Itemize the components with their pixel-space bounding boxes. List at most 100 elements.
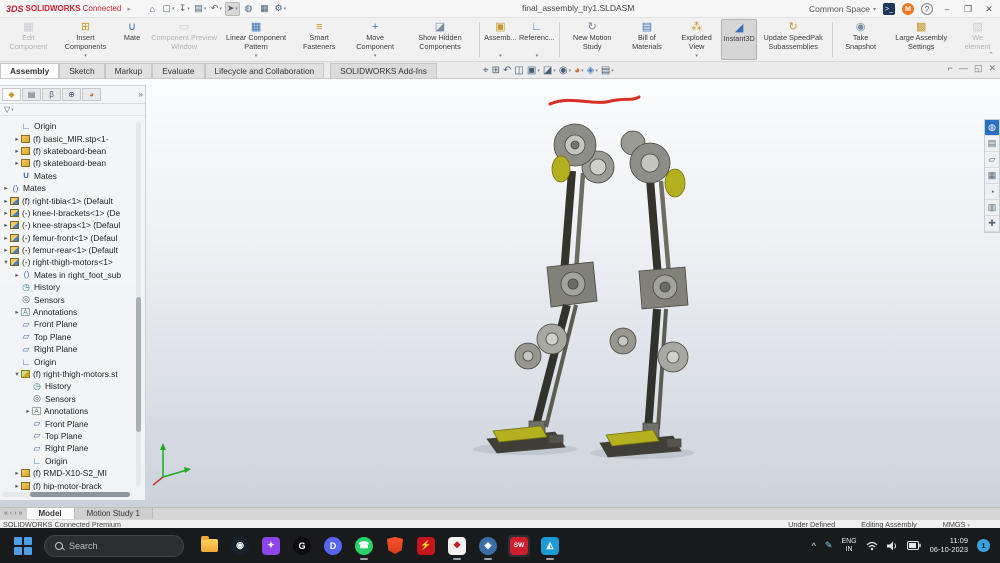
red-white-app-icon[interactable]: ❖ [446, 535, 468, 557]
dimxpert-tab[interactable]: ⊕ [62, 88, 81, 101]
new-document-icon[interactable]: ▢▾ [161, 2, 176, 16]
design-library-tab-icon[interactable]: ▤ [985, 136, 999, 152]
sheet-nav-2[interactable]: › [14, 510, 16, 517]
expander-closed-icon[interactable]: ▸ [13, 308, 21, 316]
appearances-scenes-tab-icon[interactable]: ◔ [985, 184, 999, 200]
window-close-button[interactable]: ✕ [982, 4, 996, 15]
user-avatar[interactable]: M [902, 3, 914, 15]
configurationmanager-tab[interactable]: β [42, 88, 61, 101]
tree-item-femur-rear-1-default[interactable]: ▸(-) femur-rear<1> (Default [0, 244, 134, 256]
solidworks-icon[interactable]: SW [508, 535, 530, 557]
undo-icon[interactable]: ↶▾ [209, 2, 224, 16]
print-icon[interactable]: ▤▾ [193, 2, 208, 16]
graphics-viewport[interactable]: ◆▤β⊕◕» ▽ ▾ ∟Origin▸(f) basic_MIR.stp<1-▸… [0, 79, 1000, 507]
tree-item-f-hip-motor-brack[interactable]: ▸(f) hip-motor-brack [0, 479, 134, 490]
doc-minimize-icon[interactable]: — [959, 63, 968, 74]
collapse-ribbon-icon[interactable]: ⌃ [988, 51, 994, 59]
taskbar-search-box[interactable]: Search [44, 535, 184, 557]
expander-closed-icon[interactable]: ▸ [13, 482, 21, 490]
section-view-icon[interactable]: ◫ [514, 65, 523, 76]
ribbon-show-hidden-components[interactable]: ◪Show Hidden Components [404, 19, 476, 60]
doc-tab-motion-study-1[interactable]: Motion Study 1 [75, 508, 153, 519]
tab-assembly[interactable]: Assembly [0, 63, 59, 78]
tree-item-right-plane[interactable]: ▱Right Plane [0, 442, 134, 454]
expander-closed-icon[interactable]: ▸ [2, 221, 10, 229]
file-explorer-icon[interactable] [198, 535, 220, 557]
tree-item-top-plane[interactable]: ▱Top Plane [0, 331, 134, 343]
ribbon-mate[interactable]: ∪Mate [116, 19, 148, 60]
ribbon-linear-component-pattern[interactable]: ▦Linear Component Pattern▾ [220, 19, 292, 60]
tree-item-f-right-thigh-motors-st[interactable]: ▾(f) right-thigh-motors.st [0, 368, 134, 380]
steam-icon[interactable]: ◉ [229, 535, 251, 557]
tree-item-origin[interactable]: ∟Origin [0, 355, 134, 367]
tree-item-knee-straps-1-defaul[interactable]: ▸(-) knee-straps<1> (Defaul [0, 219, 134, 231]
edit-appearance-icon[interactable]: ◕▾ [574, 65, 584, 76]
tree-vertical-scrollbar[interactable] [136, 122, 141, 486]
tray-chevron-up-icon[interactable]: ^ [812, 541, 816, 551]
resources-tab-icon[interactable]: ✚ [985, 216, 999, 232]
taskbar-clock[interactable]: 11:0906-10-2023 [930, 537, 968, 554]
ribbon-insert-components[interactable]: ⊞Insert Components▾ [55, 19, 116, 60]
rebuild-traffic-light-icon[interactable]: ◍ [241, 2, 256, 16]
tab-markup[interactable]: Markup [105, 63, 153, 78]
expander-closed-icon[interactable]: ▸ [13, 271, 21, 279]
tree-item-front-plane[interactable]: ▱Front Plane [0, 318, 134, 330]
logitech-ghub-icon[interactable]: G [291, 535, 313, 557]
expander-closed-icon[interactable]: ▸ [13, 159, 21, 167]
view-palette-tab-icon[interactable]: ▦ [985, 168, 999, 184]
sheet-nav-3[interactable]: » [19, 510, 23, 517]
wifi-icon[interactable] [866, 541, 878, 551]
view-settings-icon[interactable]: ▤▾ [601, 65, 614, 76]
sheet-nav-0[interactable]: « [4, 510, 8, 517]
tree-item-annotations[interactable]: ▸AAnnotations [0, 405, 134, 417]
tree-item-right-thigh-motors-1[interactable]: ▾(-) right-thigh-motors<1> [0, 256, 134, 268]
expander-closed-icon[interactable]: ▸ [2, 184, 10, 192]
expander-closed-icon[interactable]: ▸ [2, 234, 10, 242]
pin-featuremanager-icon[interactable]: ⌐ [948, 63, 953, 74]
filter-caret-icon[interactable]: ▾ [11, 107, 14, 113]
tree-item-annotations[interactable]: ▸AAnnotations [0, 306, 134, 318]
notification-badge[interactable]: 1 [977, 539, 990, 552]
pen-icon[interactable]: ✎ [825, 540, 833, 551]
view-orientation-icon[interactable]: ▣▾ [527, 65, 540, 76]
tree-item-femur-front-1-defaul[interactable]: ▸(-) femur-front<1> (Defaul [0, 232, 134, 244]
file-explorer-tab-icon[interactable]: ▱ [985, 152, 999, 168]
workspace-selector[interactable]: Common Space ▾ [809, 4, 876, 14]
tree-item-sensors[interactable]: ◎Sensors [0, 293, 134, 305]
assembly-model-3d-view[interactable] [145, 79, 985, 507]
start-button[interactable] [12, 535, 34, 557]
home-icon[interactable]: ⌂ [145, 2, 160, 16]
ribbon-smart-fasteners[interactable]: ≡Smart Fasteners [292, 19, 346, 60]
brave-icon[interactable] [384, 535, 406, 557]
battery-icon[interactable] [907, 541, 921, 550]
tree-item-knee-l-brackets-1-de[interactable]: ▸(-) knee-l-brackets<1> (De [0, 207, 134, 219]
tab-sketch[interactable]: Sketch [59, 63, 104, 78]
whatsapp-icon[interactable]: ☎ [353, 535, 375, 557]
doc-close-icon[interactable]: ✕ [988, 63, 996, 74]
ribbon-bill-of-materials[interactable]: ▤Bill of Materials [622, 19, 672, 60]
ribbon-instant3d[interactable]: ◢Instant3D [721, 19, 757, 60]
bill-of-materials-table-icon[interactable]: ▦ [257, 2, 272, 16]
window-minimize-button[interactable]: – [940, 4, 954, 14]
language-indicator[interactable]: ENGIN [841, 538, 856, 553]
qat-lead-chevron-icon[interactable]: ▸ [127, 5, 131, 13]
ribbon-new-motion-study[interactable]: ↻New Motion Study [563, 19, 622, 60]
select-pointer-icon[interactable]: ➤▾ [225, 2, 240, 16]
expander-open-icon[interactable]: ▾ [2, 258, 10, 266]
hide-show-items-icon[interactable]: ◉▾ [559, 65, 571, 76]
expander-closed-icon[interactable]: ▸ [13, 469, 21, 477]
tree-item-right-plane[interactable]: ▱Right Plane [0, 343, 134, 355]
ribbon-referenc[interactable]: ∟Referenc...▾ [518, 19, 556, 60]
featuremanager-tab[interactable]: ◆ [2, 88, 21, 101]
tree-item-f-rmd-x10-s2-mi[interactable]: ▸(f) RMD-X10-S2_MI [0, 467, 134, 479]
tree-item-mates-in-right-foot-sub[interactable]: ▸( )Mates in right_foot_sub [0, 269, 134, 281]
3dexperience-tab-icon[interactable]: ◍ [985, 120, 999, 136]
ribbon-large-assembly-settings[interactable]: ▩Large Assembly Settings [885, 19, 957, 60]
ribbon-assemb[interactable]: ▣Assemb...▾ [483, 19, 518, 60]
propertymanager-tab[interactable]: ▤ [22, 88, 41, 101]
tab-evaluate[interactable]: Evaluate [152, 63, 204, 78]
custom-properties-tab-icon[interactable]: ▥ [985, 200, 999, 216]
photos-icon[interactable]: ◭ [539, 535, 561, 557]
blue-app-icon[interactable]: ◈ [477, 535, 499, 557]
zoom-to-fit-icon[interactable]: ⌖ [483, 65, 489, 76]
